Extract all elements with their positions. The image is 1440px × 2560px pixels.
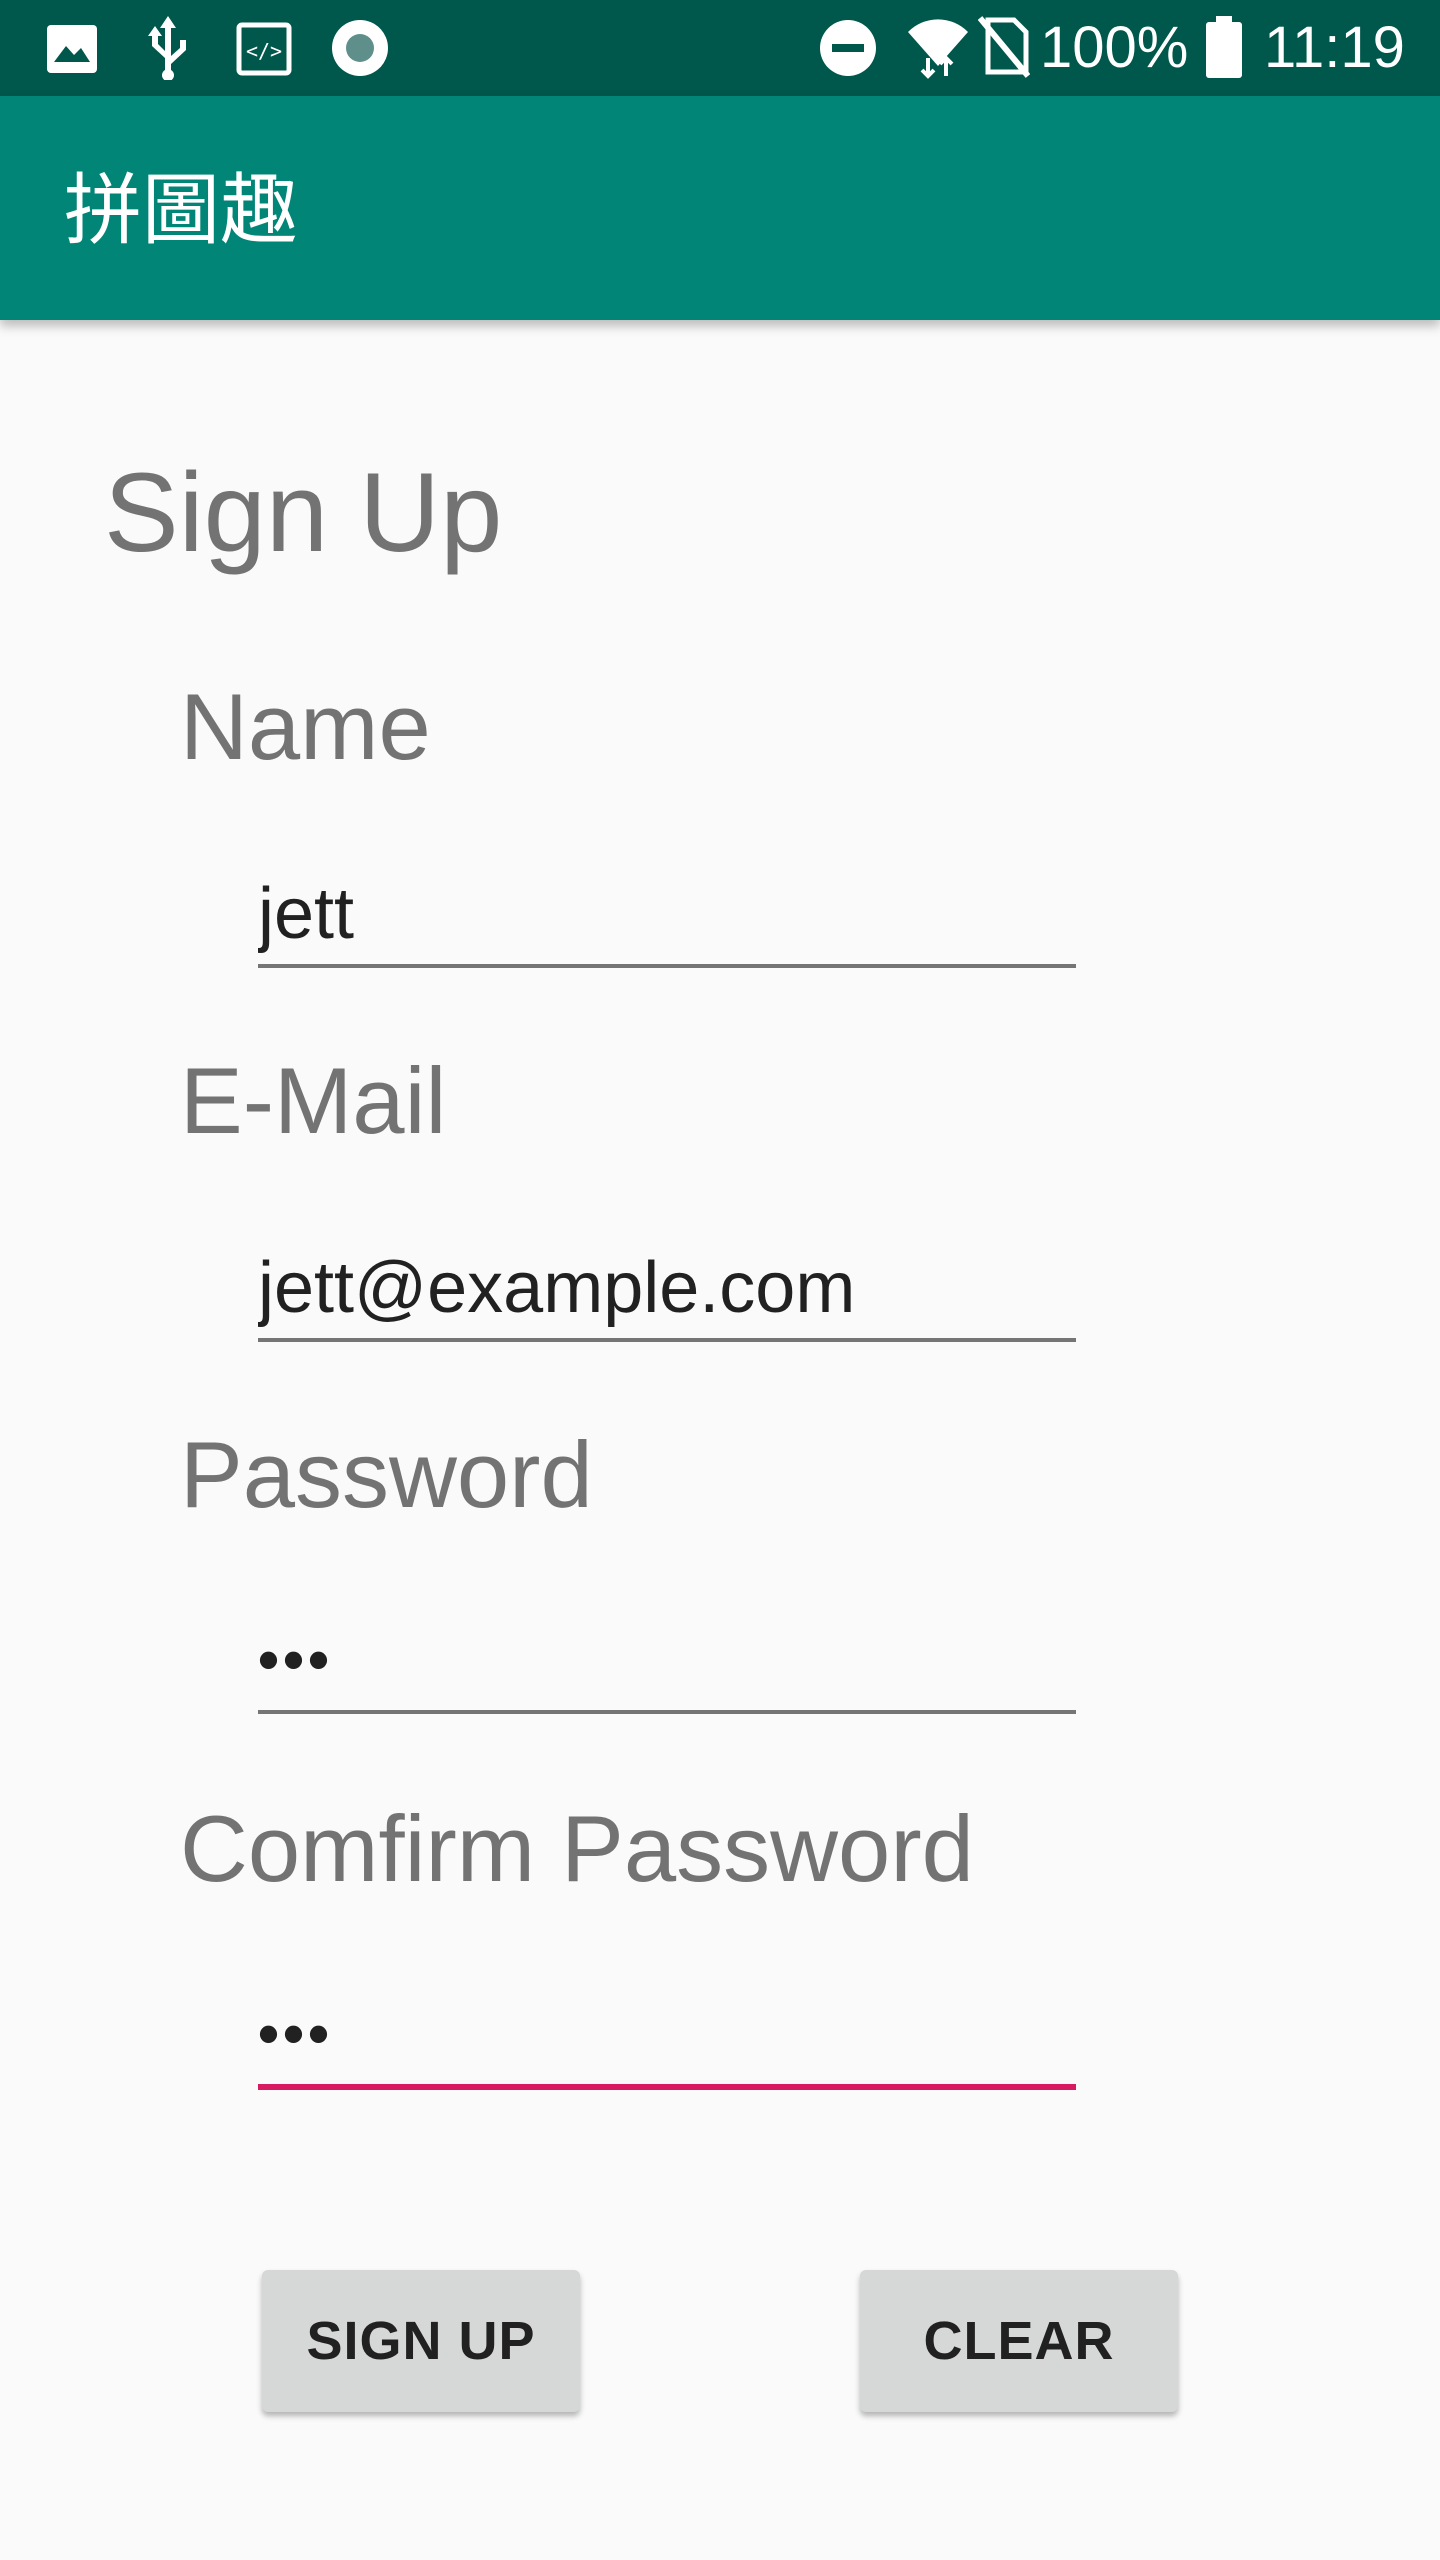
name-field[interactable]: jett — [258, 864, 1076, 968]
name-label: Name — [180, 674, 431, 779]
no-sim-icon — [978, 16, 1030, 78]
app-title: 拼圖趣 — [64, 166, 299, 256]
battery-icon — [1206, 16, 1242, 78]
usb-icon — [148, 16, 186, 80]
clock: 11:19 — [1264, 15, 1405, 80]
sign-up-button[interactable]: SIGN UP — [262, 2270, 580, 2412]
image-icon — [47, 25, 97, 73]
confirm-password-field[interactable]: ••• — [258, 1984, 1076, 2090]
record-icon — [332, 20, 388, 76]
do-not-disturb-icon — [820, 20, 876, 76]
code-icon: </> — [236, 22, 292, 76]
password-field[interactable]: ••• — [258, 1610, 1076, 1714]
clear-button[interactable]: CLEAR — [860, 2270, 1178, 2412]
battery-percentage: 100% — [1040, 15, 1189, 80]
status-bar: </> 100% 11:19 — [0, 0, 1440, 96]
page-title: Sign Up — [104, 450, 503, 575]
email-field[interactable]: jett@example.com — [258, 1238, 1076, 1342]
password-label: Password — [180, 1422, 593, 1527]
svg-text:</>: </> — [246, 39, 282, 63]
wifi-icon — [908, 19, 968, 79]
confirm-password-label: Comfirm Password — [180, 1796, 974, 1901]
app-bar: 拼圖趣 — [0, 96, 1440, 320]
email-label: E-Mail — [180, 1048, 447, 1153]
